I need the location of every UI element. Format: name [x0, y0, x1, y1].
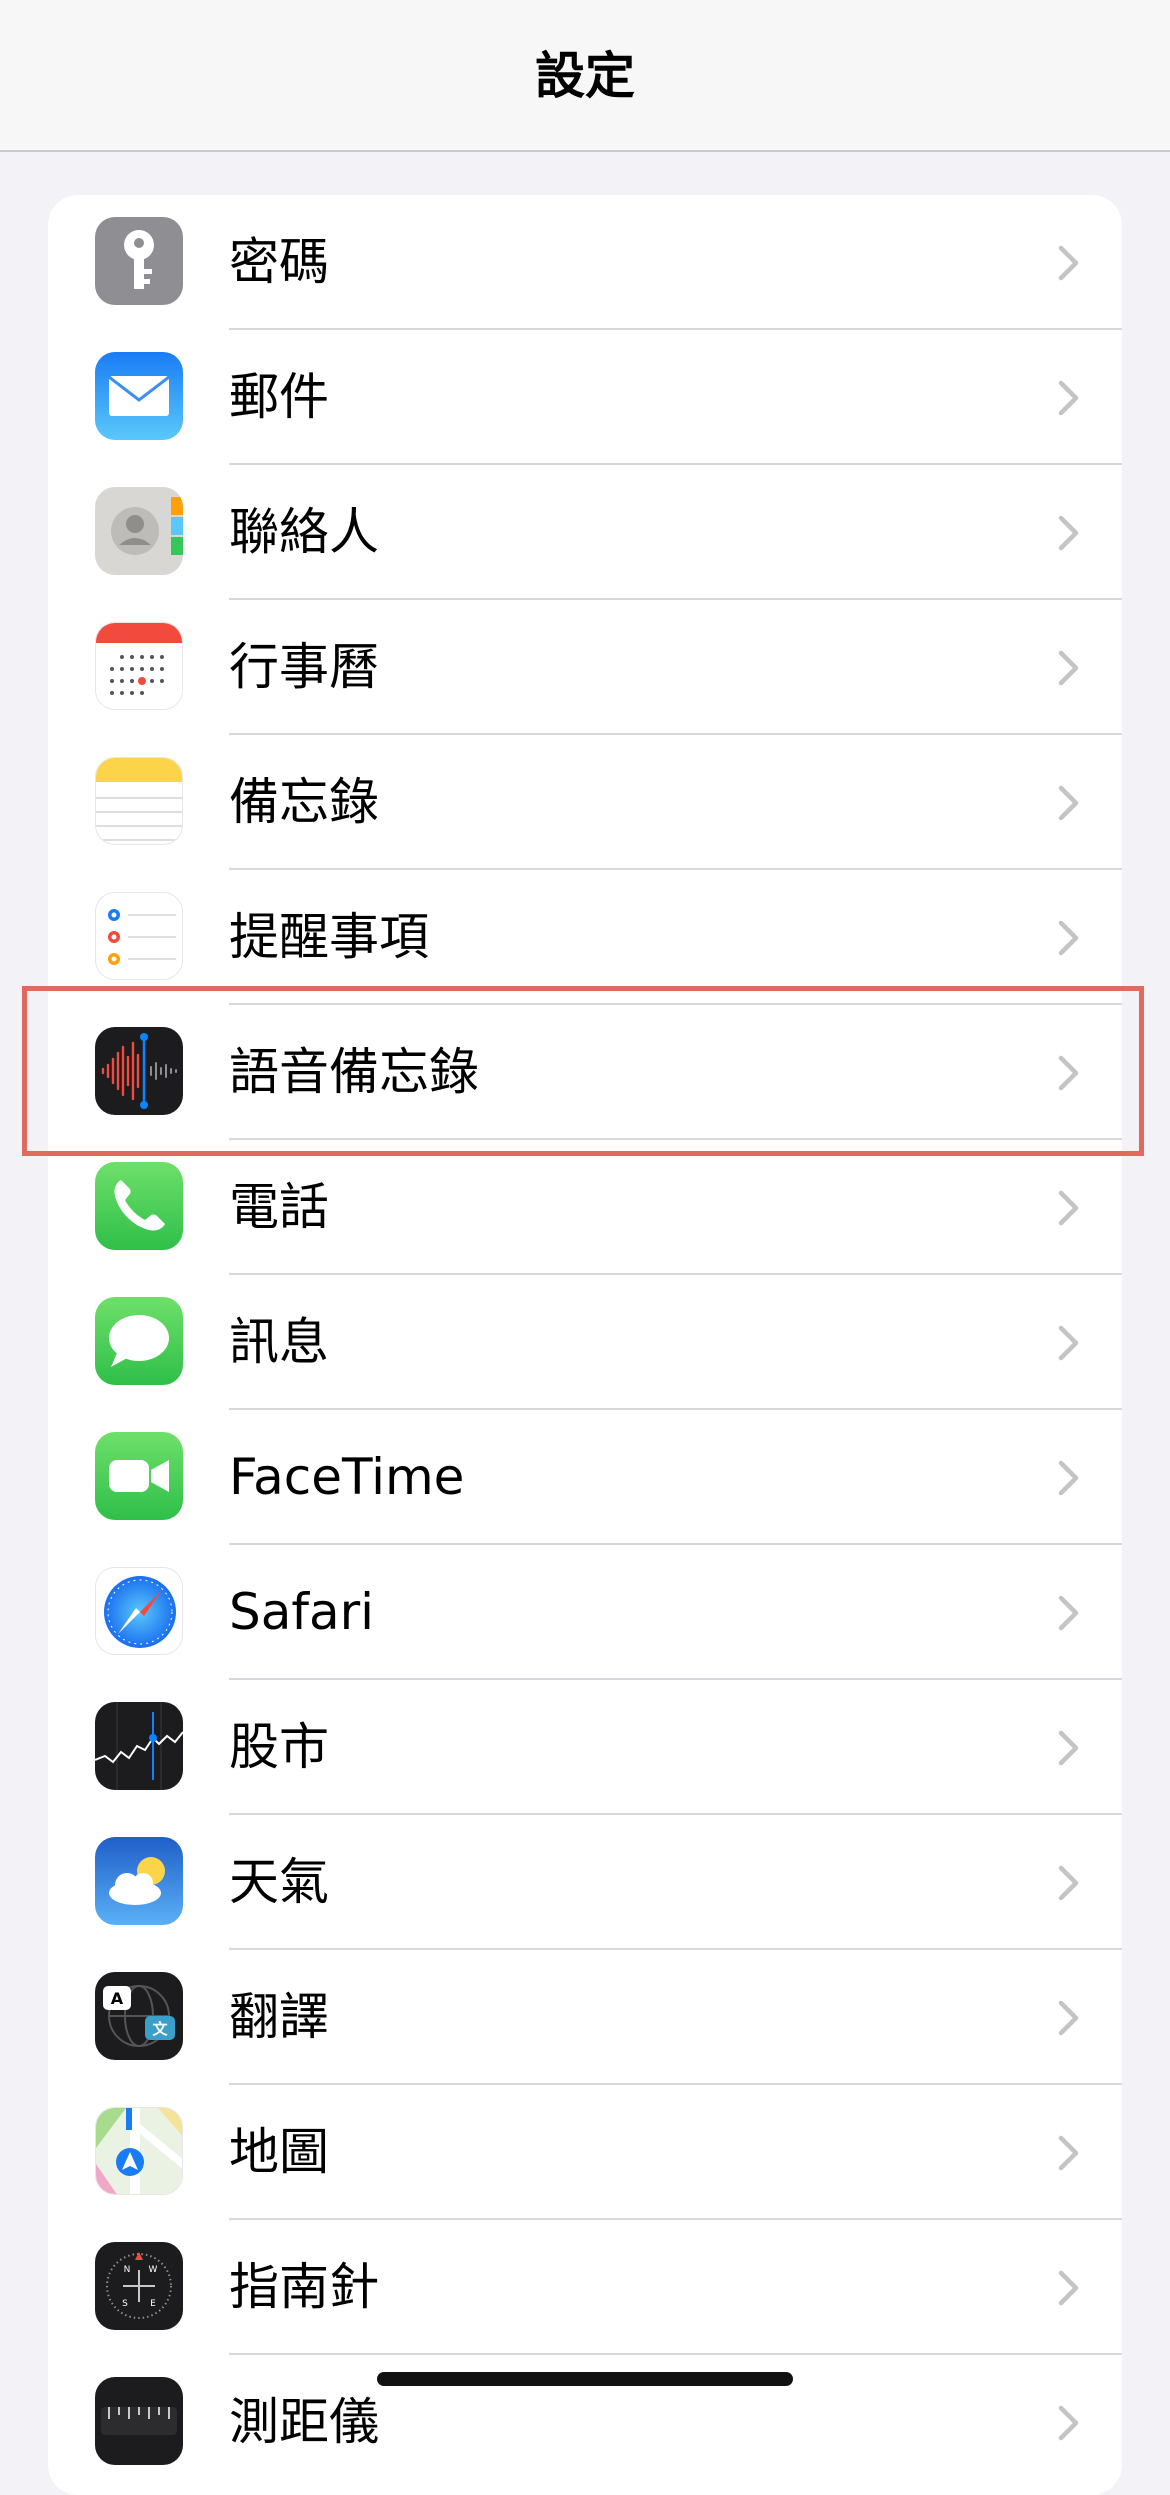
- settings-row-translate[interactable]: A 文 翻譯: [48, 1950, 1122, 2085]
- chevron-right-icon: [1058, 1190, 1079, 1226]
- chevron-right-icon: [1058, 2000, 1079, 2036]
- settings-row-stocks[interactable]: 股市: [48, 1680, 1122, 1815]
- settings-row-passwords[interactable]: 密碼: [48, 195, 1122, 330]
- chevron-right-icon: [1058, 2405, 1079, 2441]
- chevron-right-icon: [1058, 245, 1079, 281]
- compass-w: W: [149, 2265, 158, 2275]
- settings-row-label: 訊息: [229, 1313, 329, 1371]
- facetime-icon: [95, 1432, 183, 1520]
- settings-row-notes[interactable]: 備忘錄: [48, 735, 1122, 870]
- translate-glyph-a: A: [111, 1989, 124, 2008]
- settings-row-voice-memos[interactable]: 語音備忘錄: [48, 1005, 1122, 1140]
- mail-icon: [95, 352, 183, 440]
- settings-row-label: 語音備忘錄: [229, 1043, 479, 1101]
- chevron-right-icon: [1058, 2135, 1079, 2171]
- settings-row-messages[interactable]: 訊息: [48, 1275, 1122, 1410]
- chevron-right-icon: [1058, 1595, 1079, 1631]
- compass-n: N: [124, 2265, 131, 2275]
- navigation-bar: 設定: [0, 0, 1170, 152]
- settings-row-facetime[interactable]: FaceTime: [48, 1410, 1122, 1545]
- phone-icon: [95, 1162, 183, 1250]
- messages-icon: [95, 1297, 183, 1385]
- settings-row-label: 地圖: [229, 2123, 329, 2181]
- settings-row-label: 郵件: [229, 368, 329, 426]
- chevron-right-icon: [1058, 785, 1079, 821]
- settings-row-label: 測距儀: [229, 2393, 379, 2451]
- chevron-right-icon: [1058, 1055, 1079, 1091]
- settings-row-maps[interactable]: 地圖: [48, 2085, 1122, 2220]
- chevron-right-icon: [1058, 1865, 1079, 1901]
- stocks-icon: [95, 1702, 183, 1790]
- settings-row-label: 電話: [229, 1178, 329, 1236]
- settings-row-label: 提醒事項: [229, 908, 429, 966]
- settings-row-label: 股市: [229, 1718, 329, 1776]
- chevron-right-icon: [1058, 920, 1079, 956]
- settings-row-label: 備忘錄: [229, 773, 379, 831]
- settings-row-calendar[interactable]: 行事曆: [48, 600, 1122, 735]
- chevron-right-icon: [1058, 515, 1079, 551]
- settings-row-label: 聯絡人: [229, 503, 379, 561]
- compass-e: E: [150, 2299, 156, 2309]
- settings-row-mail[interactable]: 郵件: [48, 330, 1122, 465]
- settings-row-label: FaceTime: [229, 1448, 465, 1506]
- settings-group: 密碼 郵件 聯絡人 行事曆 備忘錄 提醒事項 語音備忘錄 電話 訊息 FaceT…: [48, 195, 1122, 2495]
- translate-icon: A 文: [95, 1972, 183, 2060]
- chevron-right-icon: [1058, 1325, 1079, 1361]
- home-indicator: [377, 2372, 793, 2386]
- voice-memos-icon: [95, 1027, 183, 1115]
- settings-row-label: Safari: [229, 1583, 375, 1641]
- compass-icon: N E S W: [95, 2242, 183, 2330]
- settings-row-label: 天氣: [229, 1853, 329, 1911]
- settings-row-compass[interactable]: N E S W 指南針: [48, 2220, 1122, 2355]
- chevron-right-icon: [1058, 650, 1079, 686]
- settings-row-weather[interactable]: 天氣: [48, 1815, 1122, 1950]
- notes-icon: [95, 757, 183, 845]
- page-title: 設定: [535, 47, 635, 105]
- settings-row-reminders[interactable]: 提醒事項: [48, 870, 1122, 1005]
- chevron-right-icon: [1058, 2270, 1079, 2306]
- settings-row-contacts[interactable]: 聯絡人: [48, 465, 1122, 600]
- chevron-right-icon: [1058, 1460, 1079, 1496]
- compass-s: S: [122, 2299, 128, 2309]
- settings-row-label: 指南針: [229, 2258, 379, 2316]
- calendar-icon: [95, 622, 183, 710]
- chevron-right-icon: [1058, 1730, 1079, 1766]
- measure-icon: [95, 2377, 183, 2465]
- maps-icon: [95, 2107, 183, 2195]
- contacts-icon: [95, 487, 183, 575]
- settings-row-label: 行事曆: [229, 638, 379, 696]
- translate-glyph-zh: 文: [152, 2020, 168, 2038]
- chevron-right-icon: [1058, 380, 1079, 416]
- safari-icon: [95, 1567, 183, 1655]
- settings-row-phone[interactable]: 電話: [48, 1140, 1122, 1275]
- key-icon: [95, 217, 183, 305]
- weather-icon: [95, 1837, 183, 1925]
- settings-row-label: 密碼: [229, 233, 329, 291]
- reminders-icon: [95, 892, 183, 980]
- settings-row-safari[interactable]: Safari: [48, 1545, 1122, 1680]
- settings-row-label: 翻譯: [229, 1988, 329, 2046]
